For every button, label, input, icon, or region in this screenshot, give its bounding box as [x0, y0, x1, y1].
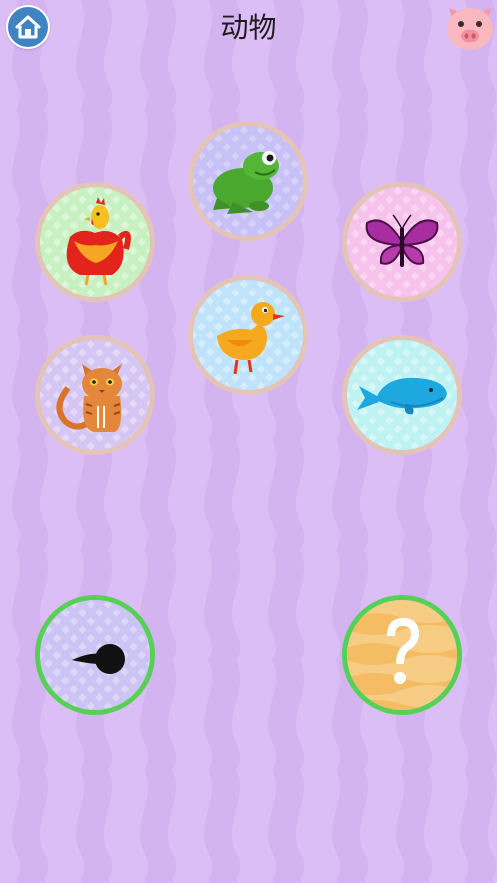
frog-icon: [213, 151, 279, 214]
animal-card-cat[interactable]: [35, 335, 155, 455]
butterfly-icon: [365, 214, 439, 267]
cat-icon: [56, 364, 122, 432]
mystery-card[interactable]: [342, 595, 462, 715]
rooster-icon: [66, 197, 131, 286]
tadpole-icon: [72, 644, 125, 674]
page-title: 动物: [220, 11, 277, 44]
question-mark-icon: [387, 618, 419, 684]
duck-icon: [217, 302, 285, 375]
animal-card-frog[interactable]: [188, 121, 308, 241]
answer-card-tadpole[interactable]: [35, 595, 155, 715]
whale-icon: [357, 377, 447, 415]
animal-card-rooster[interactable]: [35, 182, 155, 302]
animal-card-duck[interactable]: [188, 275, 308, 395]
animal-card-butterfly[interactable]: [342, 182, 462, 302]
profile-button[interactable]: [444, 2, 496, 52]
pig-face-icon: [447, 8, 493, 50]
animal-card-whale[interactable]: [342, 335, 462, 455]
